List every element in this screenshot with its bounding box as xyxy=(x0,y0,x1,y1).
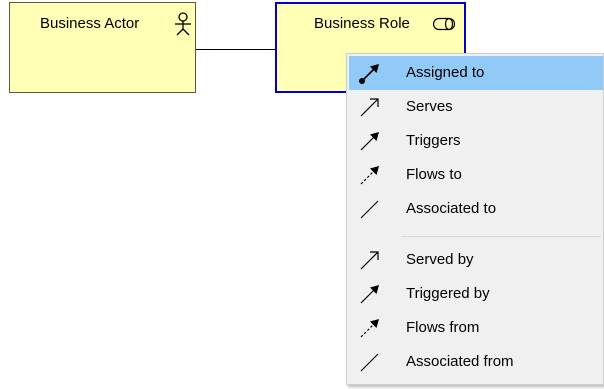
serving-relation-icon xyxy=(357,94,383,120)
business-role-icon xyxy=(432,17,457,36)
association-relation-icon xyxy=(357,349,383,375)
menu-item-label: Triggers xyxy=(406,132,461,149)
menu-item-triggers[interactable]: Triggers xyxy=(349,124,603,158)
menu-separator xyxy=(401,236,601,237)
menu-item-flows-from[interactable]: Flows from xyxy=(349,311,603,345)
connection-line[interactable] xyxy=(195,49,277,50)
menu-item-label: Served by xyxy=(406,251,474,268)
menu-item-label: Associated to xyxy=(406,200,497,217)
triggering-relation-icon xyxy=(357,128,383,154)
menu-item-label: Flows from xyxy=(406,319,480,336)
menu-item-serves[interactable]: Serves xyxy=(349,90,603,124)
business-actor-icon xyxy=(173,12,193,41)
menu-item-label: Triggered by xyxy=(406,285,490,302)
menu-item-label: Serves xyxy=(406,98,453,115)
menu-item-served-by[interactable]: Served by xyxy=(349,243,603,277)
menu-item-label: Associated from xyxy=(406,353,514,370)
menu-item-associated-from[interactable]: Associated from xyxy=(349,345,603,379)
relation-context-menu: Assigned to Serves Triggers Flows to Ass… xyxy=(346,53,604,385)
business-actor-element[interactable]: Business Actor xyxy=(9,2,196,93)
association-relation-icon xyxy=(357,196,383,222)
business-role-label: Business Role xyxy=(314,15,410,32)
diagram-canvas[interactable]: Business Actor Business Role Assigned to… xyxy=(0,0,604,389)
menu-item-assigned-to[interactable]: Assigned to xyxy=(349,56,603,90)
menu-item-associated-to[interactable]: Associated to xyxy=(349,192,603,226)
flow-relation-icon xyxy=(357,162,383,188)
business-actor-label: Business Actor xyxy=(40,15,140,32)
menu-item-flows-to[interactable]: Flows to xyxy=(349,158,603,192)
menu-item-label: Assigned to xyxy=(406,64,485,81)
serving-relation-icon xyxy=(357,247,383,273)
flow-relation-icon xyxy=(357,315,383,341)
menu-item-triggered-by[interactable]: Triggered by xyxy=(349,277,603,311)
triggering-relation-icon xyxy=(357,281,383,307)
menu-item-label: Flows to xyxy=(406,166,462,183)
assignment-relation-icon xyxy=(357,60,383,86)
